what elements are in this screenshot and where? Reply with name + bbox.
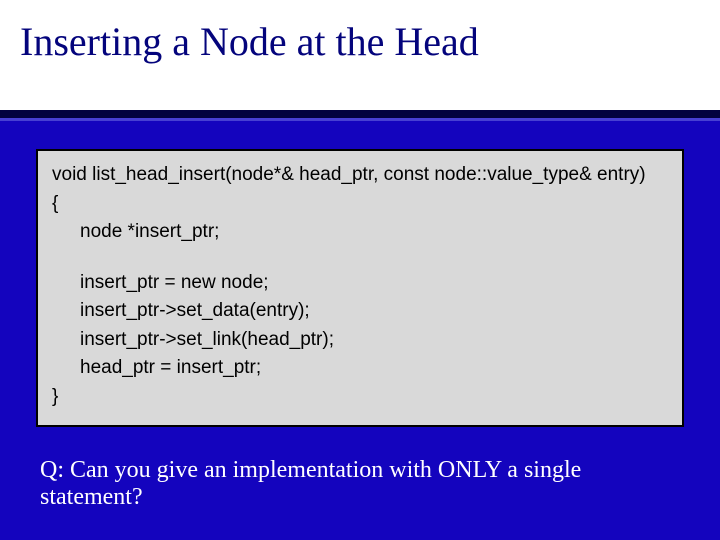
divider-light (0, 118, 720, 121)
code-block: void list_head_insert(node*& head_ptr, c… (36, 149, 684, 427)
slide: Inserting a Node at the Head void list_h… (0, 0, 720, 540)
code-blank-line (52, 247, 668, 269)
title-area: Inserting a Node at the Head (0, 0, 720, 110)
code-line-assign-head: head_ptr = insert_ptr; (52, 354, 668, 383)
code-close-brace: } (52, 383, 668, 412)
code-line-new: insert_ptr = new node; (52, 269, 668, 298)
code-open-brace: { (52, 190, 668, 219)
code-decl: node *insert_ptr; (52, 218, 668, 247)
content-area: void list_head_insert(node*& head_ptr, c… (0, 121, 720, 511)
question-text: Q: Can you give an implementation with O… (36, 457, 684, 511)
code-line-set-data: insert_ptr->set_data(entry); (52, 297, 668, 326)
divider-dark (0, 110, 720, 118)
code-line-set-link: insert_ptr->set_link(head_ptr); (52, 326, 668, 355)
code-signature: void list_head_insert(node*& head_ptr, c… (52, 161, 668, 190)
slide-title: Inserting a Node at the Head (20, 18, 700, 65)
